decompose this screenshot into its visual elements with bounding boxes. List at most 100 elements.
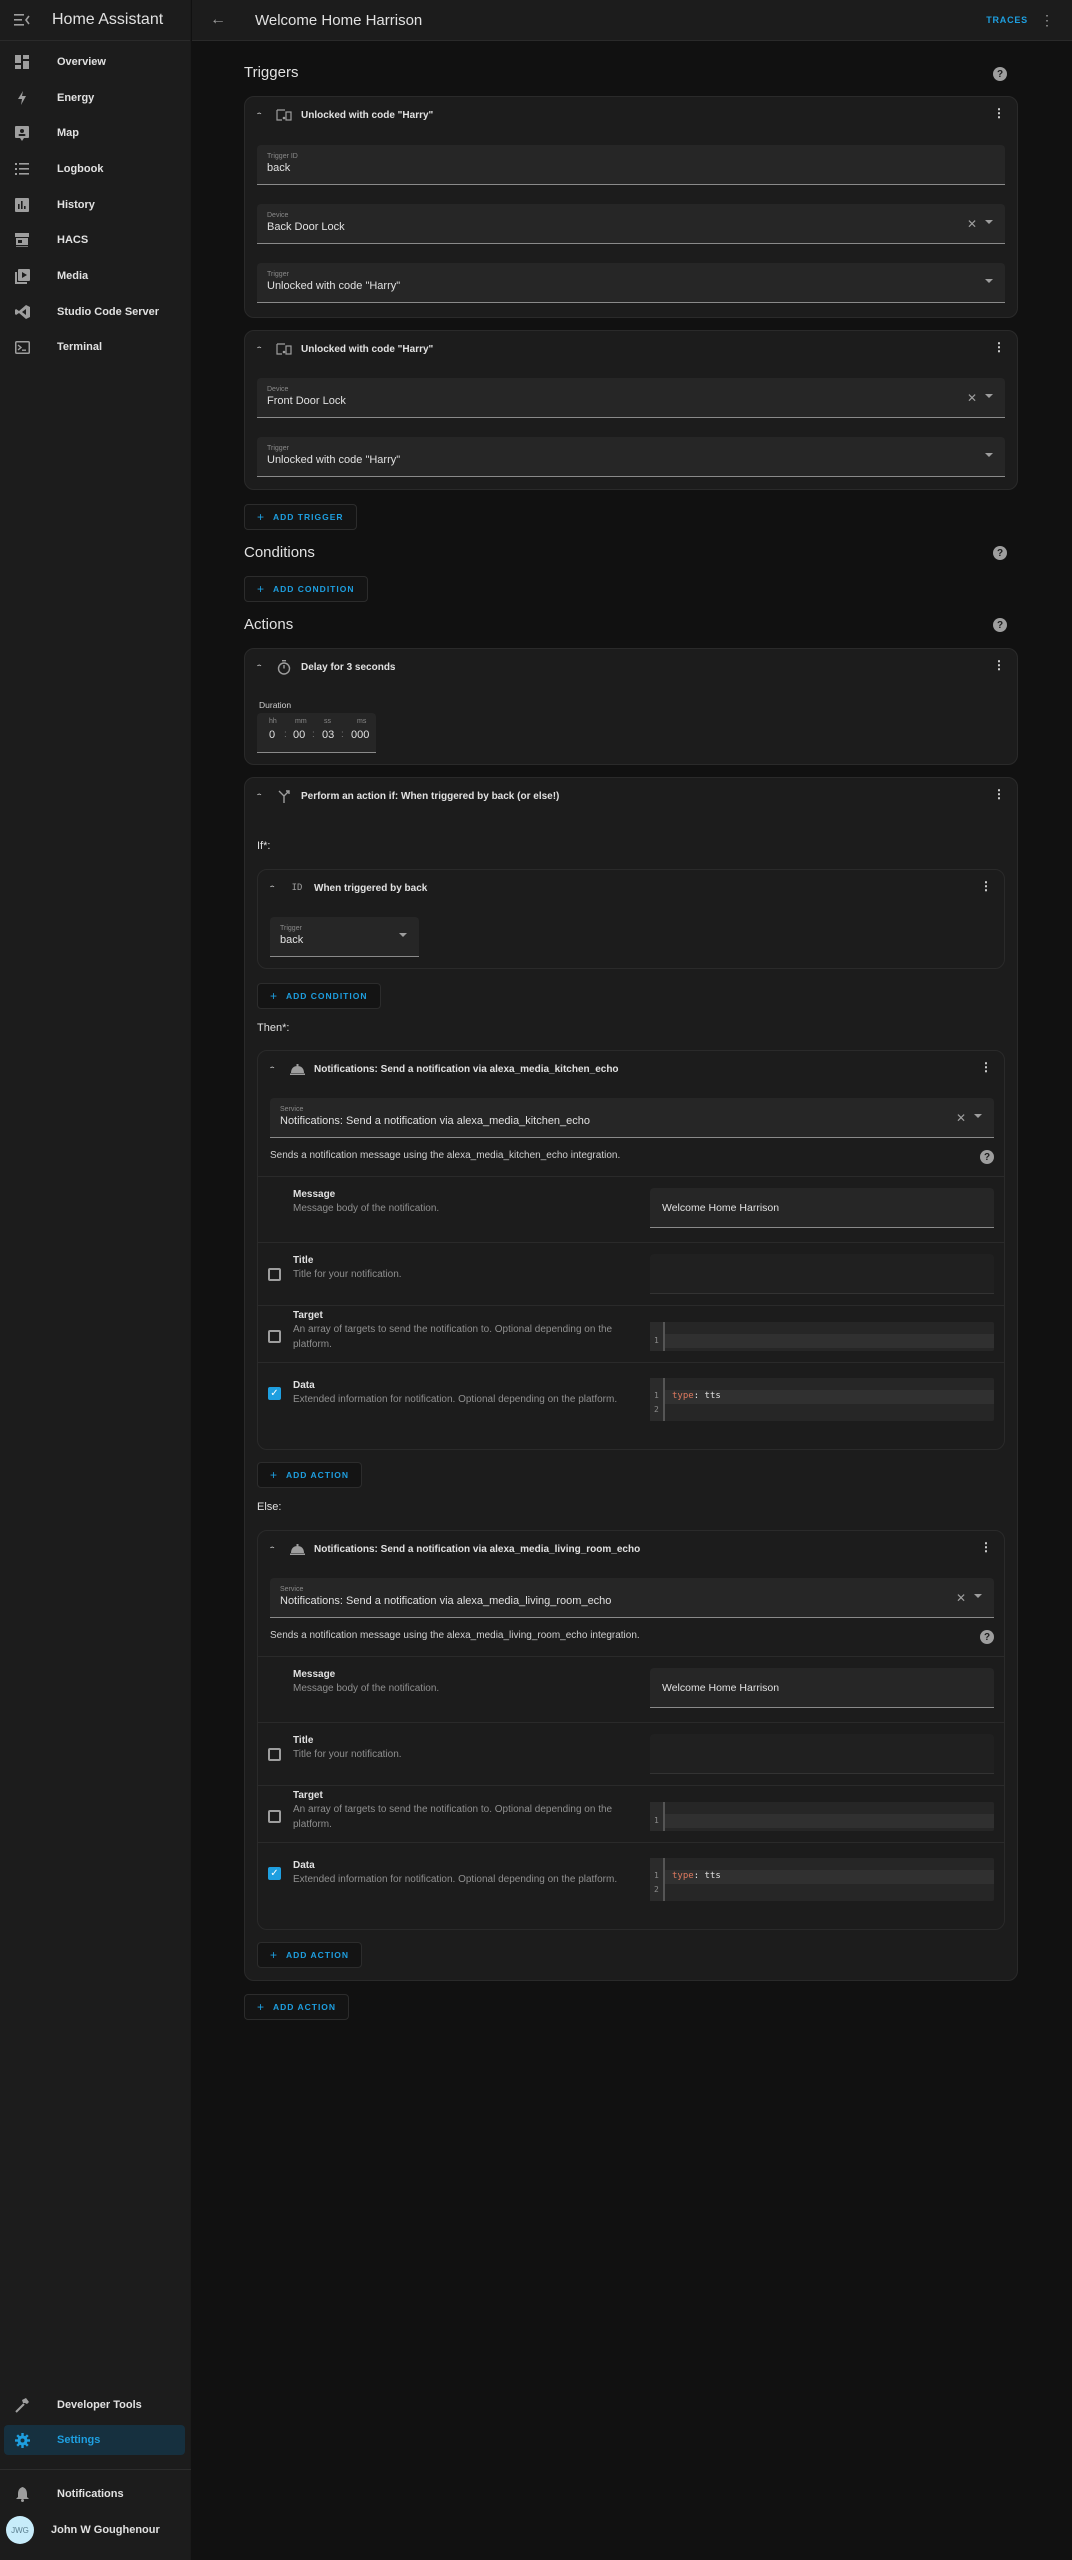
target-yaml-editor[interactable]: 1 bbox=[650, 1802, 994, 1831]
chevron-up-icon[interactable]: ⌃ bbox=[268, 1066, 278, 1073]
add-action-button[interactable]: + ADD ACTION bbox=[257, 1942, 363, 1968]
sidebar-item-overview[interactable]: Overview bbox=[4, 47, 185, 77]
sidebar-item-terminal[interactable]: Terminal bbox=[4, 332, 185, 362]
divider bbox=[258, 1785, 1004, 1786]
trigger-select[interactable]: Trigger Unlocked with code "Harry" bbox=[257, 263, 1005, 303]
clear-icon[interactable]: ✕ bbox=[967, 391, 977, 405]
notify-card-header[interactable]: ⌃ Notifications: Send a notification via… bbox=[258, 1531, 1004, 1567]
sidebar-item-logbook[interactable]: Logbook bbox=[4, 154, 185, 184]
more-vertical-icon[interactable]: ⋮ bbox=[980, 1061, 992, 1073]
sidebar-item-history[interactable]: History bbox=[4, 190, 185, 220]
chevron-up-icon[interactable]: ⌃ bbox=[268, 885, 278, 892]
sidebar-item-map[interactable]: Map bbox=[4, 118, 185, 148]
title-checkbox[interactable] bbox=[268, 1268, 281, 1281]
device-select[interactable]: Device Back Door Lock ✕ bbox=[257, 204, 1005, 244]
yaml-key: type bbox=[672, 1871, 694, 1881]
sidebar-item-hacs[interactable]: HACS bbox=[4, 225, 185, 255]
button-label: ADD ACTION bbox=[286, 1470, 350, 1480]
title-checkbox[interactable] bbox=[268, 1748, 281, 1761]
trigger-card-header[interactable]: ⌃ Unlocked with code "Harry" bbox=[245, 331, 1017, 367]
minutes-value[interactable]: 00 bbox=[293, 729, 305, 741]
traces-button[interactable]: TRACES bbox=[986, 15, 1028, 25]
message-input[interactable]: Welcome Home Harrison bbox=[650, 1188, 994, 1228]
help-icon[interactable]: ? bbox=[993, 67, 1007, 81]
sidebar-item-settings[interactable]: Settings bbox=[4, 2425, 185, 2455]
trigger-id-select[interactable]: Trigger back bbox=[270, 917, 419, 957]
clear-icon[interactable]: ✕ bbox=[956, 1591, 966, 1605]
service-select[interactable]: Service Notifications: Send a notificati… bbox=[270, 1098, 994, 1138]
sidebar-item-notifications[interactable]: Notifications bbox=[4, 2479, 185, 2509]
hours-value[interactable]: 0 bbox=[269, 729, 275, 741]
condition-card-header[interactable]: ⌃ ID When triggered by back bbox=[258, 870, 1004, 906]
dropdown-arrow-icon[interactable] bbox=[974, 1114, 982, 1118]
clear-icon[interactable]: ✕ bbox=[956, 1111, 966, 1125]
more-vertical-icon[interactable]: ⋮ bbox=[980, 880, 992, 892]
line-number: 1 bbox=[654, 1391, 659, 1400]
duration-input[interactable]: hh mm ss ms 0 : 00 : 03 : 000 bbox=[257, 713, 376, 753]
clear-icon[interactable]: ✕ bbox=[967, 217, 977, 231]
device-select[interactable]: Device Front Door Lock ✕ bbox=[257, 378, 1005, 418]
overflow-menu-icon[interactable]: ⋮ bbox=[1040, 12, 1054, 29]
menu-toggle-icon[interactable] bbox=[12, 10, 32, 30]
dropdown-arrow-icon[interactable] bbox=[974, 1594, 982, 1598]
add-trigger-button[interactable]: + ADD TRIGGER bbox=[244, 504, 357, 530]
add-condition-button[interactable]: + ADD CONDITION bbox=[244, 576, 368, 602]
notify-card-header[interactable]: ⌃ Notifications: Send a notification via… bbox=[258, 1051, 1004, 1087]
title-input[interactable] bbox=[650, 1734, 994, 1774]
dropdown-arrow-icon[interactable] bbox=[399, 933, 407, 937]
data-yaml-editor[interactable]: 1 2 type: tts bbox=[650, 1378, 994, 1421]
chevron-up-icon[interactable]: ⌃ bbox=[255, 346, 265, 353]
chevron-up-icon[interactable]: ⌃ bbox=[255, 664, 265, 671]
more-vertical-icon[interactable]: ⋮ bbox=[980, 1541, 992, 1553]
sidebar-item-media[interactable]: Media bbox=[4, 261, 185, 291]
sidebar-item-studio-code-server[interactable]: Studio Code Server bbox=[4, 297, 185, 327]
help-icon[interactable]: ? bbox=[980, 1630, 994, 1644]
separator: : bbox=[341, 729, 344, 740]
milliseconds-value[interactable]: 000 bbox=[351, 729, 369, 741]
trigger-select[interactable]: Trigger Unlocked with code "Harry" bbox=[257, 437, 1005, 477]
then-notify-action-card: ⌃ Notifications: Send a notification via… bbox=[257, 1050, 1005, 1450]
plus-icon: + bbox=[257, 510, 266, 524]
target-checkbox[interactable] bbox=[268, 1330, 281, 1343]
target-checkbox[interactable] bbox=[268, 1810, 281, 1823]
back-arrow-icon[interactable]: ← bbox=[210, 11, 230, 29]
play-box-icon bbox=[13, 267, 31, 285]
more-vertical-icon[interactable]: ⋮ bbox=[993, 107, 1005, 119]
target-field-name: Target bbox=[293, 1310, 323, 1321]
add-condition-button[interactable]: + ADD CONDITION bbox=[257, 983, 381, 1009]
service-select[interactable]: Service Notifications: Send a notificati… bbox=[270, 1578, 994, 1618]
more-vertical-icon[interactable]: ⋮ bbox=[993, 341, 1005, 353]
trigger-card-header[interactable]: ⌃ Unlocked with code "Harry" bbox=[245, 97, 1017, 133]
trigger-title: Unlocked with code "Harry" bbox=[301, 343, 434, 355]
data-checkbox[interactable]: ✓ bbox=[268, 1387, 281, 1400]
if-card-header[interactable]: ⌃ Perform an action if: When triggered b… bbox=[245, 778, 1017, 814]
add-action-button[interactable]: + ADD ACTION bbox=[257, 1462, 363, 1488]
more-vertical-icon[interactable]: ⋮ bbox=[993, 788, 1005, 800]
dropdown-arrow-icon[interactable] bbox=[985, 453, 993, 457]
help-icon[interactable]: ? bbox=[993, 618, 1007, 632]
more-vertical-icon[interactable]: ⋮ bbox=[993, 659, 1005, 671]
delay-card-header[interactable]: ⌃ Delay for 3 seconds bbox=[245, 649, 1017, 685]
plus-icon: + bbox=[257, 582, 266, 596]
add-action-button[interactable]: + ADD ACTION bbox=[244, 1994, 350, 2020]
help-icon[interactable]: ? bbox=[993, 546, 1007, 560]
chevron-up-icon[interactable]: ⌃ bbox=[268, 1546, 278, 1553]
trigger-id-field[interactable]: Trigger ID back bbox=[257, 145, 1005, 185]
dropdown-arrow-icon[interactable] bbox=[985, 394, 993, 398]
title-input[interactable] bbox=[650, 1254, 994, 1294]
sidebar-item-developer-tools[interactable]: Developer Tools bbox=[4, 2390, 185, 2420]
line-gutter: 1 bbox=[650, 1802, 665, 1831]
target-yaml-editor[interactable]: 1 bbox=[650, 1322, 994, 1351]
seconds-value[interactable]: 03 bbox=[322, 729, 334, 741]
dropdown-arrow-icon[interactable] bbox=[985, 220, 993, 224]
dropdown-arrow-icon[interactable] bbox=[985, 279, 993, 283]
help-icon[interactable]: ? bbox=[980, 1150, 994, 1164]
sidebar-item-user[interactable]: JWG John W Goughenour bbox=[4, 2515, 185, 2545]
chevron-up-icon[interactable]: ⌃ bbox=[255, 112, 265, 119]
sidebar-item-energy[interactable]: Energy bbox=[4, 83, 185, 113]
sidebar-item-label: Terminal bbox=[57, 341, 103, 353]
message-input[interactable]: Welcome Home Harrison bbox=[650, 1668, 994, 1708]
data-yaml-editor[interactable]: 1 2 type: tts bbox=[650, 1858, 994, 1901]
data-checkbox[interactable]: ✓ bbox=[268, 1867, 281, 1880]
chevron-up-icon[interactable]: ⌃ bbox=[255, 793, 265, 800]
